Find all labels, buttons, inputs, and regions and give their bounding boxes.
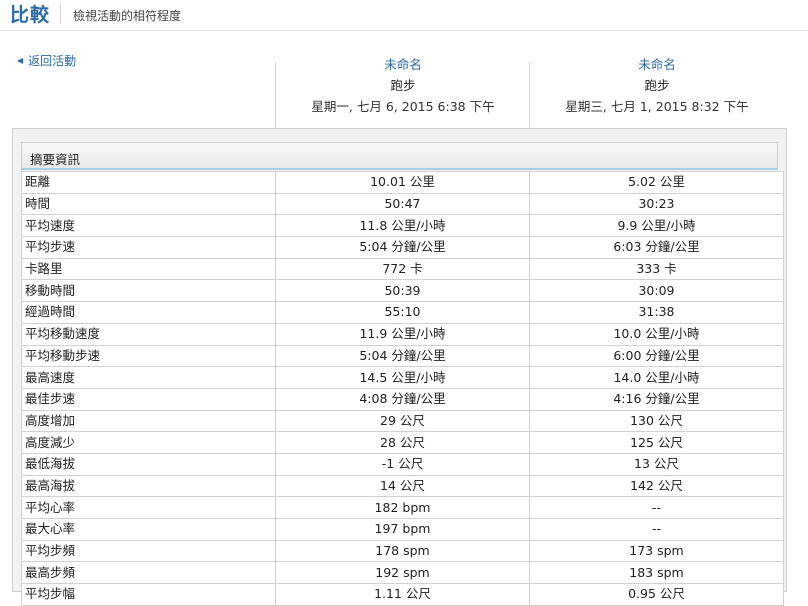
stat-value-activity-2: 30:23 bbox=[529, 192, 784, 216]
table-row: 最大心率 197 bpm -- bbox=[21, 518, 784, 541]
table-row: 平均移動步速 5:04 分鐘/公里 6:00 分鐘/公里 bbox=[21, 344, 784, 368]
stat-label: 高度增加 bbox=[21, 409, 276, 433]
page-header: 比較 檢視活動的相符程度 bbox=[0, 0, 808, 31]
stat-label: 卡路里 bbox=[21, 257, 276, 281]
stat-value-activity-2: 5.02 公里 bbox=[529, 171, 784, 194]
stat-value-activity-2: 333 卡 bbox=[529, 257, 784, 281]
stat-value-activity-1: 192 spm bbox=[275, 561, 530, 585]
activity-date: 星期三, 七月 1, 2015 8:32 下午 bbox=[565, 99, 749, 114]
table-row: 高度增加 29 公尺 130 公尺 bbox=[21, 409, 784, 433]
stat-value-activity-2: 0.95 公尺 bbox=[529, 583, 784, 606]
activity-name-link[interactable]: 未命名 bbox=[530, 54, 784, 75]
stat-value-activity-2: 31:38 bbox=[529, 301, 784, 324]
stat-label: 平均步幅 bbox=[21, 583, 276, 606]
page-subtitle: 檢視活動的相符程度 bbox=[73, 9, 182, 23]
table-row: 移動時間 50:39 30:09 bbox=[21, 279, 784, 303]
back-link-label: 返回活動 bbox=[28, 54, 77, 68]
stat-value-activity-2: 173 spm bbox=[529, 539, 784, 563]
activity-type: 跑步 bbox=[390, 78, 416, 93]
stat-value-activity-2: 30:09 bbox=[529, 279, 784, 303]
stat-value-activity-1: 178 spm bbox=[275, 539, 530, 563]
stat-value-activity-2: 10.0 公里/小時 bbox=[529, 322, 784, 346]
activity-column-header-1: 未命名 跑步 星期一, 七月 6, 2015 6:38 下午 bbox=[276, 54, 530, 117]
stat-label: 平均速度 bbox=[21, 214, 276, 238]
stat-value-activity-2: -- bbox=[529, 496, 784, 519]
table-row: 最高海拔 14 公尺 142 公尺 bbox=[21, 474, 784, 498]
table-row: 平均步速 5:04 分鐘/公里 6:03 分鐘/公里 bbox=[21, 236, 784, 259]
stat-label: 最高速度 bbox=[21, 366, 276, 389]
stat-value-activity-1: -1 公尺 bbox=[275, 452, 530, 476]
stat-value-activity-2: -- bbox=[529, 518, 784, 541]
activity-name-link[interactable]: 未命名 bbox=[276, 54, 530, 75]
stat-value-activity-1: 28 公尺 bbox=[275, 431, 530, 454]
stat-value-activity-1: 182 bpm bbox=[275, 496, 530, 519]
stat-value-activity-1: 11.8 公里/小時 bbox=[275, 214, 530, 238]
stat-label: 最低海拔 bbox=[21, 452, 276, 476]
stat-value-activity-2: 9.9 公里/小時 bbox=[529, 214, 784, 238]
back-to-activity-link[interactable]: ◀ 返回活動 bbox=[17, 52, 76, 69]
stat-value-activity-1: 55:10 bbox=[275, 301, 530, 324]
summary-section-header: 摘要資訊 bbox=[21, 142, 778, 170]
stat-label: 平均移動步速 bbox=[21, 344, 276, 368]
stat-value-activity-1: 11.9 公里/小時 bbox=[275, 322, 530, 346]
stat-value-activity-1: 1.11 公尺 bbox=[275, 583, 530, 606]
table-row: 最高速度 14.5 公里/小時 14.0 公里/小時 bbox=[21, 366, 784, 389]
stat-value-activity-1: 14.5 公里/小時 bbox=[275, 366, 530, 389]
stat-label: 平均步頻 bbox=[21, 539, 276, 563]
activity-type: 跑步 bbox=[644, 78, 670, 93]
stat-value-activity-1: 5:04 分鐘/公里 bbox=[275, 236, 530, 259]
stat-value-activity-2: 14.0 公里/小時 bbox=[529, 366, 784, 389]
table-row: 平均心率 182 bpm -- bbox=[21, 496, 784, 519]
stat-label: 最大心率 bbox=[21, 518, 276, 541]
stat-label: 最高步頻 bbox=[21, 561, 276, 585]
page-title: 比較 bbox=[10, 4, 51, 26]
table-row: 平均步幅 1.11 公尺 0.95 公尺 bbox=[21, 583, 784, 606]
stat-label: 經過時間 bbox=[21, 301, 276, 324]
activity-column-header-2: 未命名 跑步 星期三, 七月 1, 2015 8:32 下午 bbox=[530, 54, 784, 117]
stat-value-activity-2: 130 公尺 bbox=[529, 409, 784, 433]
stat-value-activity-1: 5:04 分鐘/公里 bbox=[275, 344, 530, 368]
stat-value-activity-2: 6:00 分鐘/公里 bbox=[529, 344, 784, 368]
stat-label: 最高海拔 bbox=[21, 474, 276, 498]
stat-label: 最佳步速 bbox=[21, 387, 276, 411]
stat-value-activity-2: 4:16 分鐘/公里 bbox=[529, 387, 784, 411]
table-row: 最高步頻 192 spm 183 spm bbox=[21, 561, 784, 585]
table-row: 平均移動速度 11.9 公里/小時 10.0 公里/小時 bbox=[21, 322, 784, 346]
table-row: 最佳步速 4:08 分鐘/公里 4:16 分鐘/公里 bbox=[21, 387, 784, 411]
table-row: 距離 10.01 公里 5.02 公里 bbox=[21, 171, 784, 194]
stat-value-activity-1: 197 bpm bbox=[275, 518, 530, 541]
chevron-left-icon: ◀ bbox=[17, 56, 24, 65]
table-row: 經過時間 55:10 31:38 bbox=[21, 301, 784, 324]
stat-value-activity-2: 125 公尺 bbox=[529, 431, 784, 454]
stat-label: 平均心率 bbox=[21, 496, 276, 519]
stat-label: 距離 bbox=[21, 171, 276, 194]
table-row: 時間 50:47 30:23 bbox=[21, 192, 784, 216]
stat-value-activity-1: 50:39 bbox=[275, 279, 530, 303]
summary-panel: 摘要資訊 距離 10.01 公里 5.02 公里 時間 50:47 30:23 平均速度 11… bbox=[12, 128, 787, 606]
summary-table: 距離 10.01 公里 5.02 公里 時間 50:47 30:23 平均速度 11.8 公里… bbox=[21, 171, 784, 606]
table-row: 平均步頻 178 spm 173 spm bbox=[21, 539, 784, 563]
stat-label: 移動時間 bbox=[21, 279, 276, 303]
activity-date: 星期一, 七月 6, 2015 6:38 下午 bbox=[311, 99, 495, 114]
title-divider bbox=[60, 4, 61, 24]
stat-value-activity-2: 13 公尺 bbox=[529, 452, 784, 476]
stat-label: 時間 bbox=[21, 192, 276, 216]
table-row: 最低海拔 -1 公尺 13 公尺 bbox=[21, 452, 784, 476]
stat-value-activity-1: 50:47 bbox=[275, 192, 530, 216]
stat-label: 平均步速 bbox=[21, 236, 276, 259]
stat-label: 平均移動速度 bbox=[21, 322, 276, 346]
summary-section-title: 摘要資訊 bbox=[30, 152, 81, 167]
stat-label: 高度減少 bbox=[21, 431, 276, 454]
stat-value-activity-1: 772 卡 bbox=[275, 257, 530, 281]
stat-value-activity-1: 10.01 公里 bbox=[275, 171, 530, 194]
table-row: 高度減少 28 公尺 125 公尺 bbox=[21, 431, 784, 454]
stat-value-activity-2: 142 公尺 bbox=[529, 474, 784, 498]
stat-value-activity-2: 183 spm bbox=[529, 561, 784, 585]
stat-value-activity-1: 4:08 分鐘/公里 bbox=[275, 387, 530, 411]
stat-value-activity-1: 14 公尺 bbox=[275, 474, 530, 498]
table-row: 卡路里 772 卡 333 卡 bbox=[21, 257, 784, 281]
stat-value-activity-1: 29 公尺 bbox=[275, 409, 530, 433]
table-row: 平均速度 11.8 公里/小時 9.9 公里/小時 bbox=[21, 214, 784, 238]
stat-value-activity-2: 6:03 分鐘/公里 bbox=[529, 236, 784, 259]
